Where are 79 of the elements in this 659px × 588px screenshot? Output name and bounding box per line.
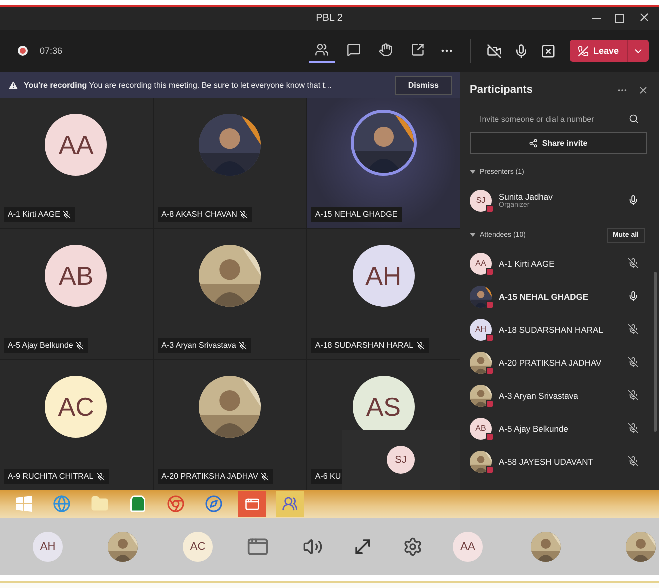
share-invite-button[interactable]: Share invite xyxy=(470,132,647,154)
participant-name: A-6 KU xyxy=(315,472,342,481)
participant-name: A-1 Kirti AAGE xyxy=(8,210,60,219)
participant-name: A-9 RUCHITA CHITRAL xyxy=(8,472,94,481)
mic-off-icon xyxy=(261,472,270,480)
mic-icon xyxy=(628,195,639,206)
dismiss-button[interactable]: Dismiss xyxy=(395,76,452,94)
participant-name: A-18 SUDARSHAN HARAL xyxy=(315,341,414,350)
participant-name: A-3 Aryan Srivastava xyxy=(162,341,236,350)
mic-off-icon xyxy=(239,342,248,350)
maximize-icon[interactable] xyxy=(615,14,624,23)
participant-name: A-20 PRATIKSHA JADHAV xyxy=(499,358,603,368)
mic-icon xyxy=(628,291,639,302)
search-icon[interactable] xyxy=(629,114,639,124)
settings-icon[interactable] xyxy=(403,536,423,556)
status-badge xyxy=(486,268,494,276)
participant-name: Sunita Jadhav xyxy=(499,192,554,202)
close-icon[interactable] xyxy=(638,11,651,24)
avatar: AH xyxy=(470,318,492,340)
status-badge xyxy=(486,300,494,308)
participant-name: A-5 Ajay Belkunde xyxy=(499,424,570,434)
avatar: AC xyxy=(183,532,213,562)
avatar: AC xyxy=(45,376,108,438)
status-badge xyxy=(486,366,494,374)
avatar: AA xyxy=(453,532,483,562)
mic-off-icon xyxy=(63,210,72,218)
app-icon[interactable] xyxy=(238,491,266,517)
participant-name: A-18 SUDARSHAN HARAL xyxy=(499,324,604,334)
scrollbar[interactable] xyxy=(654,272,657,432)
participant-row[interactable]: AB A-5 Ajay Belkunde xyxy=(470,412,659,445)
mic-off-icon xyxy=(240,210,248,218)
participant-row[interactable]: A-3 Aryan Srivastava xyxy=(470,379,659,412)
speaker-icon[interactable] xyxy=(303,536,323,556)
expand-icon[interactable] xyxy=(470,169,476,175)
recording-notice: You're recording You are recording this meeting. Be sure to let everyone know that t... xyxy=(24,80,333,90)
panel-title: Participants xyxy=(470,84,534,96)
participant-row[interactable]: A-20 PRATIKSHA JADHAV xyxy=(470,346,659,379)
participant-name: A-8 AKASH CHAVAN xyxy=(162,210,238,219)
status-badge xyxy=(486,400,494,408)
participant-name: A-5 Ajay Belkunde xyxy=(8,341,74,350)
search-field[interactable]: Invite someone or dial a number xyxy=(478,114,629,124)
mic-off-icon xyxy=(76,342,84,350)
participant-name: A-3 Aryan Srivastava xyxy=(499,390,580,400)
participant-row[interactable]: A-15 NEHAL GHADGE xyxy=(470,280,659,313)
participant-name: A-20 PRATIKSHA JADHAV xyxy=(162,472,258,481)
window-title: PBL 2 xyxy=(316,13,343,24)
avatar: AA xyxy=(470,252,492,274)
mic-off-icon xyxy=(628,357,639,368)
status-badge xyxy=(486,466,494,474)
avatar: SJ xyxy=(387,446,415,474)
avatar: AB xyxy=(470,418,492,440)
status-badge xyxy=(486,432,494,440)
close-icon[interactable] xyxy=(638,84,649,96)
warning-icon xyxy=(8,80,19,90)
status-badge xyxy=(486,334,494,342)
mic-off-icon xyxy=(628,423,639,434)
avatar: AA xyxy=(45,114,108,176)
participant-row[interactable]: AA A-1 Kirti AAGE xyxy=(470,247,659,280)
participant-name: A-15 NEHAL GHADGE xyxy=(315,210,398,219)
expand-icon[interactable] xyxy=(470,232,476,238)
mic-off-icon xyxy=(416,342,425,350)
mic-off-icon xyxy=(628,456,639,467)
hang-up-icon xyxy=(578,46,590,56)
mic-off-icon xyxy=(628,258,639,269)
participant-name: A-58 JAYESH UDAVANT xyxy=(499,456,594,466)
avatar: AH xyxy=(352,245,415,307)
participant-name: A-15 NEHAL GHADGE xyxy=(499,292,590,302)
mic-off-icon xyxy=(628,324,639,335)
avatar: SJ xyxy=(470,190,492,212)
avatar: AB xyxy=(45,245,108,307)
mic-off-icon xyxy=(96,472,105,480)
avatar: AH xyxy=(33,532,63,562)
status-badge xyxy=(486,204,494,212)
participant-row[interactable]: AH A-18 SUDARSHAN HARAL xyxy=(470,313,659,346)
participant-name: A-1 Kirti AAGE xyxy=(499,258,556,268)
mic-off-icon xyxy=(628,390,639,401)
share-icon xyxy=(529,138,538,148)
meeting-timer: 07:36 xyxy=(40,46,63,56)
participant-row[interactable]: A-58 JAYESH UDAVANT xyxy=(470,445,659,478)
